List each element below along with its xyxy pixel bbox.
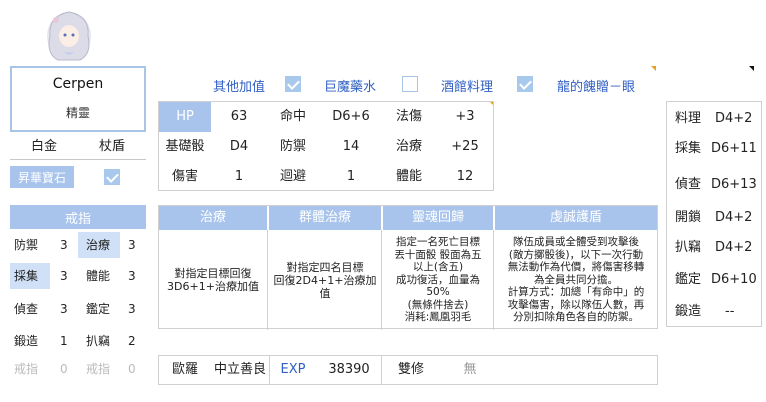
defense-label: 防禦 (279, 139, 306, 154)
life-skill-row: 採集 D6+11 (667, 134, 763, 164)
ring-header: 戒指 (10, 205, 146, 229)
stamina-label: 體能 (395, 169, 422, 184)
life-skill-row: 料理 D4+2 (667, 104, 763, 134)
tavern-label: 酒館料理 (441, 80, 494, 95)
defense-value: 14 (342, 139, 360, 154)
life-skill-label: 料理 (675, 111, 702, 126)
ring-value: 0 (60, 362, 68, 376)
life-skill-row: 鍛造 -- (667, 297, 763, 327)
giant-potion-checkbox[interactable] (285, 76, 301, 92)
damage-value: 1 (234, 169, 244, 184)
ring-label: 防禦 (14, 238, 39, 252)
life-skill-label: 扒竊 (675, 240, 702, 255)
evade-value: 1 (346, 169, 356, 184)
tavern-checkbox[interactable] (402, 76, 418, 92)
life-skill-value: D4+2 (715, 210, 753, 225)
skill-name: 靈魂回歸 (383, 206, 493, 230)
evade-label: 迴避 (279, 169, 306, 184)
heal-value: +25 (451, 139, 479, 154)
skill-name: 治療 (159, 206, 267, 230)
character-name: Cerpen (52, 76, 104, 92)
life-skills-panel: 料理 D4+2 採集 D6+11 偵查 D6+13 開鎖 D4+2 扒竊 D4+… (666, 101, 762, 327)
note-marker-icon (749, 66, 754, 71)
skill-desc: 指定一名死亡目標 丟十面骰 骰面為五 以上(含五) 成功復活，血量為 50% (… (394, 236, 482, 324)
class-sub: 杖盾 (98, 139, 125, 154)
stats-grid: HP 63 命中 D6+6 法傷 +3 基礎骰 D4 防禦 14 治療 +25 … (158, 101, 494, 191)
class-main: 白金 (30, 139, 57, 154)
ring-value: 3 (128, 302, 136, 316)
spell-label: 法傷 (395, 109, 422, 124)
life-skill-label: 偵查 (675, 177, 702, 192)
note-marker-icon (651, 66, 656, 71)
ring-list: 防禦 3 治療 3 採集 3 體能 3 偵查 3 鑑定 3 鍛造 1 扒竊 2 … (10, 232, 146, 382)
gem-label: 昇華寶石 (10, 166, 74, 188)
ring-label: 鍛造 (14, 334, 39, 348)
exp-value: 38390 (328, 362, 370, 377)
deity: 歐羅 (171, 362, 198, 377)
ring-label: 鑑定 (86, 302, 111, 316)
ring-value: 3 (60, 269, 68, 283)
dragon-gift-checkbox[interactable] (517, 76, 533, 92)
life-skill-value: D6+13 (711, 177, 757, 192)
dual-class-label: 雙修 (397, 362, 424, 377)
exp-label: EXP (280, 362, 306, 377)
hit-value: D6+6 (332, 109, 370, 124)
hp-label: HP (159, 102, 211, 132)
damage-label: 傷害 (171, 169, 198, 184)
life-skill-label: 鑑定 (675, 272, 702, 287)
gem-checkbox[interactable] (104, 169, 120, 185)
ring-label: 偵查 (14, 302, 39, 316)
life-skill-label: 採集 (675, 141, 702, 156)
class-row: 白金 杖盾 (10, 134, 146, 160)
dual-class-value: 無 (463, 362, 477, 377)
ring-label: 採集 (10, 263, 50, 289)
ring-label: 治療 (78, 232, 120, 258)
life-skill-row: 偵查 D6+13 (667, 170, 763, 200)
life-skill-value: D4+2 (715, 111, 753, 126)
hit-label: 命中 (279, 109, 306, 124)
character-race: 精靈 (65, 106, 90, 120)
ring-label: 戒指 (86, 362, 111, 376)
ring-value: 2 (128, 334, 136, 348)
skill-desc: 隊伍成員或全體受到攻擊後 (敵方擲骰後)，以下一次行動 無法動作為代價，將傷害移… (507, 236, 645, 324)
base-dice-value: D4 (229, 139, 249, 154)
stamina-value: 12 (456, 169, 474, 184)
skill-desc: 對指定四名目標 回復2D4+1+治療加 值 (273, 260, 377, 300)
bonus-label: 其他加值 (213, 80, 266, 95)
life-skill-value: D4+2 (715, 240, 753, 255)
skill-name: 群體治療 (269, 206, 381, 230)
life-skill-row: 鑑定 D6+10 (667, 265, 763, 295)
ring-value: 0 (128, 362, 136, 376)
ring-label: 扒竊 (86, 334, 111, 348)
spell-value: +3 (455, 109, 475, 124)
ring-value: 3 (128, 238, 136, 252)
ring-value: 3 (128, 269, 136, 283)
life-skill-label: 鍛造 (675, 304, 702, 319)
dragon-gift-label: 龍的餽贈－眼 (557, 80, 636, 95)
life-skill-label: 開鎖 (675, 210, 702, 225)
life-skill-value: D6+11 (711, 141, 757, 156)
life-skill-value: -- (725, 304, 735, 319)
skills-table: 治療 群體治療 靈魂回歸 虔誠護盾 對指定目標回復 3D6+1+治療加值 對指定… (158, 205, 658, 330)
life-skill-value: D6+10 (711, 272, 757, 287)
info-bar: 歐羅 中立善良 EXP 38390 雙修 無 (158, 355, 658, 385)
base-dice-label: 基礎骰 (165, 139, 205, 154)
skill-desc: 對指定目標回復 3D6+1+治療加值 (167, 267, 259, 293)
alignment: 中立善良 (213, 362, 266, 377)
heal-label: 治療 (395, 139, 422, 154)
character-card: Cerpen 精靈 (10, 66, 146, 132)
ring-value: 3 (60, 238, 68, 252)
hp-value: 63 (230, 109, 248, 124)
ring-value: 3 (60, 302, 68, 316)
skill-name: 虔誠護盾 (495, 206, 657, 230)
avatar (40, 6, 98, 64)
life-skill-row: 開鎖 D4+2 (667, 203, 763, 233)
life-skill-row: 扒竊 D4+2 (667, 233, 763, 263)
ring-label: 體能 (86, 269, 111, 283)
ring-value: 1 (60, 334, 68, 348)
giant-potion-label: 巨魔藥水 (324, 80, 377, 95)
ring-label: 戒指 (14, 362, 39, 376)
